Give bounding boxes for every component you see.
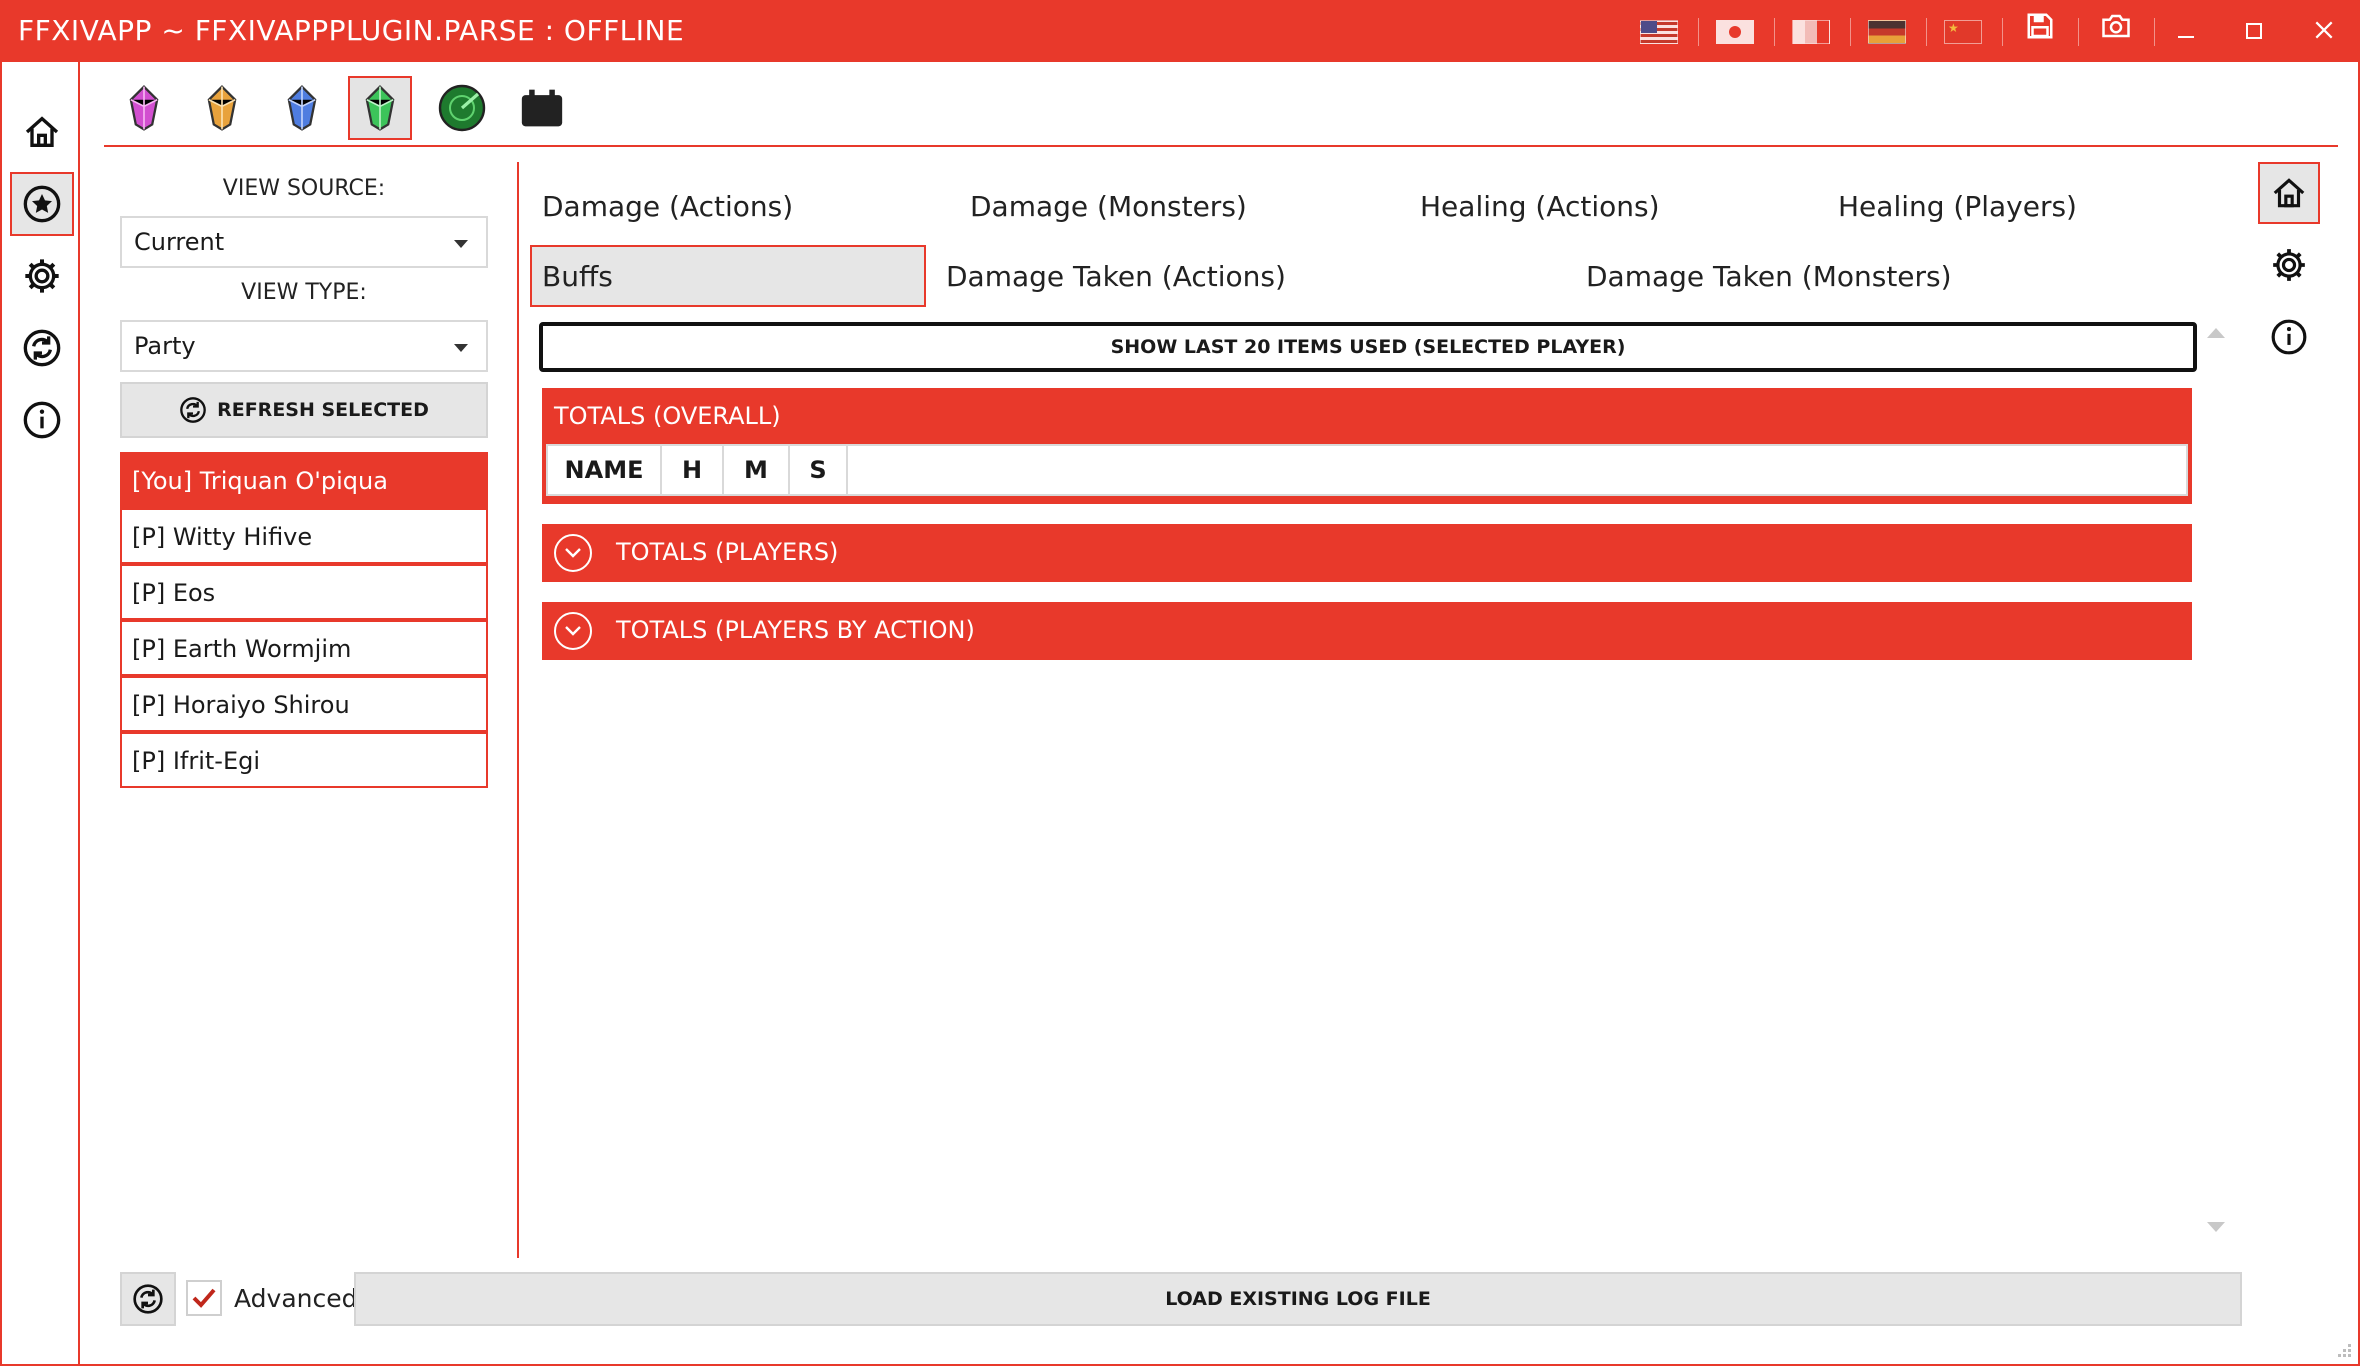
view-type-value: Party xyxy=(134,332,196,360)
show-last-items-button[interactable]: SHOW LAST 20 ITEMS USED (SELECTED PLAYER… xyxy=(539,322,2197,372)
column-header-h[interactable]: H xyxy=(662,446,724,494)
home-icon[interactable] xyxy=(2258,162,2320,224)
title-separator xyxy=(2154,18,2155,46)
chevron-down-icon xyxy=(454,240,468,248)
plugin-tab-rule xyxy=(104,145,2338,147)
tab-healing-actions[interactable]: Healing (Actions) xyxy=(1420,190,1660,223)
chevron-down-icon xyxy=(554,534,592,572)
player-list-item[interactable]: [P] Witty Hifive xyxy=(120,508,488,564)
refresh-selected-label: REFRESH SELECTED xyxy=(217,399,429,421)
tab-damage-actions[interactable]: Damage (Actions) xyxy=(542,190,793,223)
view-source-select[interactable]: Current xyxy=(120,216,488,268)
camera-icon[interactable] xyxy=(2094,10,2138,54)
player-list-item[interactable]: [P] Horaiyo Shirou xyxy=(120,676,488,732)
view-source-label: VIEW SOURCE: xyxy=(222,176,386,201)
title-separator xyxy=(1774,18,1775,46)
radar-icon[interactable] xyxy=(430,76,494,140)
refresh-button[interactable] xyxy=(120,1272,176,1326)
chevron-down-icon xyxy=(454,344,468,352)
flag-france-icon[interactable] xyxy=(1792,20,1830,44)
left-nav xyxy=(2,62,80,1364)
totals-players-by-action-header: TOTALS (PLAYERS BY ACTION) xyxy=(616,616,975,644)
title-separator xyxy=(1926,18,1927,46)
window-title: FFXIVAPP ~ FFXIVAPPPLUGIN.PARSE : OFFLIN… xyxy=(18,14,685,47)
player-list-item[interactable]: [You] Triquan O'piqua xyxy=(120,452,488,508)
resize-grip[interactable] xyxy=(2330,1336,2352,1358)
gear-icon[interactable] xyxy=(2258,234,2320,296)
scroll-up-arrow[interactable] xyxy=(2207,328,2225,338)
totals-players-by-action-expander[interactable]: TOTALS (PLAYERS BY ACTION) xyxy=(542,602,2192,660)
totals-overall-header: TOTALS (OVERALL) xyxy=(554,402,781,430)
totals-grid[interactable]: NAME H M S xyxy=(546,444,2188,496)
panel-divider xyxy=(517,162,519,1258)
view-type-select[interactable]: Party xyxy=(120,320,488,372)
calendar-icon[interactable] xyxy=(510,76,574,140)
tab-buffs[interactable]: Buffs xyxy=(530,245,926,307)
column-header-m[interactable]: M xyxy=(724,446,790,494)
advanced-label: Advanced xyxy=(234,1284,358,1313)
gear-icon[interactable] xyxy=(10,244,74,308)
player-list-item[interactable]: [P] Ifrit-Egi xyxy=(120,732,488,788)
flag-uk-icon[interactable] xyxy=(1640,20,1678,44)
title-separator xyxy=(1850,18,1851,46)
tab-damage-taken-monsters[interactable]: Damage Taken (Monsters) xyxy=(1586,260,1952,293)
update-icon[interactable] xyxy=(10,316,74,380)
view-type-label: VIEW TYPE: xyxy=(241,280,367,305)
title-separator xyxy=(1698,18,1699,46)
flag-germany-icon[interactable] xyxy=(1868,20,1906,44)
info-icon[interactable] xyxy=(2258,306,2320,368)
star-icon[interactable] xyxy=(10,172,74,236)
orange-crystal-icon[interactable] xyxy=(190,76,254,140)
player-list-item[interactable]: [P] Eos xyxy=(120,564,488,620)
tab-healing-players[interactable]: Healing (Players) xyxy=(1838,190,2077,223)
refresh-icon xyxy=(133,1284,163,1314)
blue-crystal-icon[interactable] xyxy=(270,76,334,140)
checkmark-icon xyxy=(192,1288,216,1308)
column-header-name[interactable]: NAME xyxy=(548,446,662,494)
minimize-icon[interactable] xyxy=(2164,10,2208,54)
column-header-s[interactable]: S xyxy=(790,446,848,494)
maximize-icon[interactable] xyxy=(2232,10,2276,54)
totals-overall-section: TOTALS (OVERALL) NAME H M S xyxy=(542,388,2192,504)
close-icon[interactable] xyxy=(2302,10,2346,54)
title-bar: FFXIVAPP ~ FFXIVAPPPLUGIN.PARSE : OFFLIN… xyxy=(0,0,2360,62)
load-log-file-button[interactable]: LOAD EXISTING LOG FILE xyxy=(354,1272,2242,1326)
green-crystal-icon[interactable] xyxy=(348,76,412,140)
title-separator xyxy=(2078,18,2079,46)
totals-players-header: TOTALS (PLAYERS) xyxy=(616,538,839,566)
flag-japan-icon[interactable] xyxy=(1716,20,1754,44)
scroll-down-arrow[interactable] xyxy=(2207,1222,2225,1232)
chevron-down-icon xyxy=(554,612,592,650)
flag-china-icon[interactable]: ★ xyxy=(1944,20,1982,44)
title-separator xyxy=(2002,18,2003,46)
tab-damage-monsters[interactable]: Damage (Monsters) xyxy=(970,190,1247,223)
info-icon[interactable] xyxy=(10,388,74,452)
home-icon[interactable] xyxy=(10,100,74,164)
player-list-item[interactable]: [P] Earth Wormjim xyxy=(120,620,488,676)
refresh-selected-button[interactable]: REFRESH SELECTED xyxy=(120,382,488,438)
save-icon[interactable] xyxy=(2018,10,2062,54)
refresh-icon xyxy=(180,397,206,423)
tab-damage-taken-actions[interactable]: Damage Taken (Actions) xyxy=(946,260,1286,293)
advanced-checkbox[interactable] xyxy=(186,1280,222,1316)
totals-players-expander[interactable]: TOTALS (PLAYERS) xyxy=(542,524,2192,582)
pink-crystal-icon[interactable] xyxy=(112,76,176,140)
view-source-value: Current xyxy=(134,228,225,256)
